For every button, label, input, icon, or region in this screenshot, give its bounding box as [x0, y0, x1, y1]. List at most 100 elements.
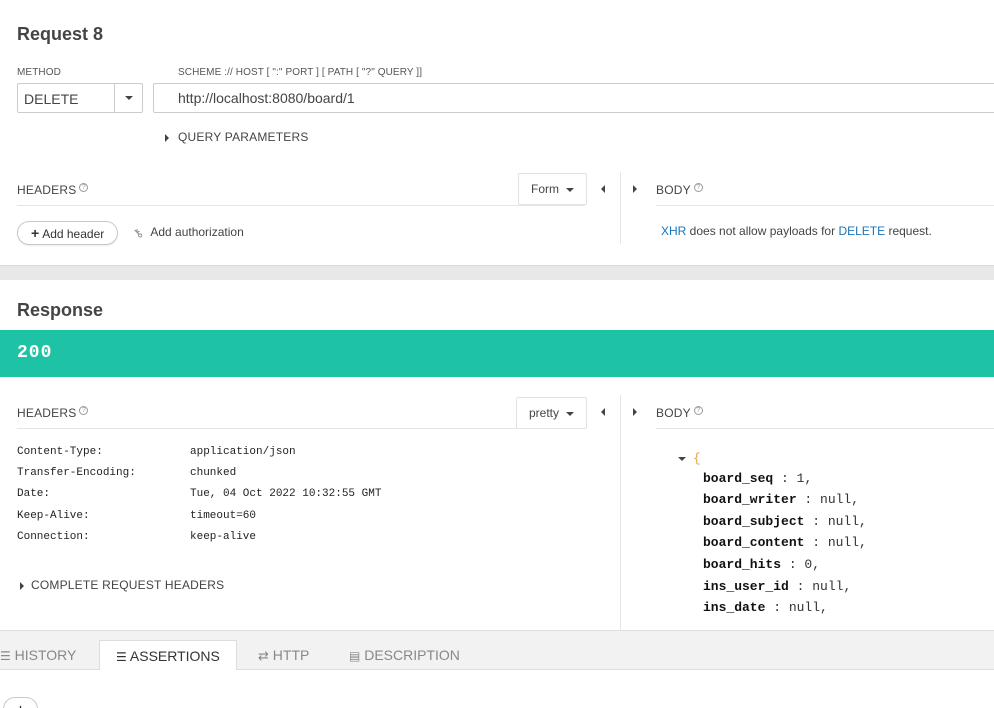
json-row: board_hits : 0, — [703, 557, 821, 572]
plus-icon: + — [31, 225, 40, 241]
json-value: null — [812, 579, 844, 594]
header-value: application/json — [190, 446, 296, 458]
json-row: ins_user_id : null, — [703, 579, 852, 594]
method-select[interactable]: DELETE — [17, 83, 143, 113]
collapse-left-icon[interactable] — [601, 185, 605, 193]
help-icon[interactable]: ? — [79, 406, 89, 415]
complete-request-headers-toggle[interactable]: COMPLETE REQUEST HEADERS — [19, 578, 239, 594]
list-icon: ☰ — [116, 650, 127, 664]
json-value: null — [788, 600, 821, 615]
url-format-label: SCHEME :// HOST [ ":" PORT ] [ PATH [ "?… — [178, 67, 423, 78]
status-bar: 200 — [0, 330, 994, 377]
chevron-down-icon — [566, 187, 575, 193]
body-not-allowed-message: XHR does not allow payloads for DELETE r… — [661, 224, 932, 238]
tab-assertions[interactable]: ☰ ASSERTIONS — [99, 640, 237, 671]
caret-right-icon — [165, 134, 169, 142]
json-open-brace: { — [693, 451, 701, 466]
add-header-label: Add header — [42, 227, 105, 241]
status-code: 200 — [17, 343, 53, 363]
tab-label: HTTP — [272, 647, 310, 663]
json-key: board_content — [703, 535, 805, 550]
add-header-button[interactable]: + Add header — [17, 221, 119, 245]
add-authorization-link[interactable]: ⚷ Add authorization — [130, 225, 244, 241]
json-value: null — [820, 492, 852, 507]
divider — [17, 205, 585, 206]
chevron-down-icon — [566, 411, 575, 417]
help-icon[interactable]: ? — [693, 183, 703, 192]
assertions-content: + — [0, 670, 994, 708]
tab-http[interactable]: ⇄ HTTP — [258, 640, 309, 670]
expand-right-icon[interactable] — [633, 408, 637, 416]
header-key: Connection: — [17, 531, 90, 543]
tab-label: ASSERTIONS — [129, 648, 220, 664]
add-authorization-label: Add authorization — [150, 225, 244, 239]
json-row: ins_date : null, — [703, 600, 828, 615]
method-dropdown-toggle[interactable] — [114, 84, 142, 112]
divider — [17, 428, 585, 429]
header-value: timeout=60 — [190, 510, 257, 522]
json-key: board_writer — [703, 492, 797, 507]
header-key: Date: — [17, 488, 51, 500]
json-key: ins_date — [703, 600, 766, 615]
response-headers-label: HEADERS — [17, 406, 77, 420]
json-key: board_hits — [703, 557, 782, 572]
tab-label: HISTORY — [14, 647, 77, 663]
method-label: METHOD — [17, 67, 61, 78]
pretty-toggle-button[interactable]: pretty — [516, 397, 588, 429]
json-key: ins_user_id — [703, 579, 789, 594]
help-icon[interactable]: ? — [79, 183, 89, 192]
help-icon[interactable]: ? — [693, 406, 703, 415]
collapse-json-icon[interactable] — [678, 457, 686, 461]
pretty-label: pretty — [529, 406, 560, 420]
collapse-left-icon[interactable] — [601, 408, 605, 416]
xhr-link[interactable]: XHR — [661, 224, 686, 238]
json-key: board_subject — [703, 514, 805, 529]
complete-request-headers-label: COMPLETE REQUEST HEADERS — [31, 578, 225, 592]
body-msg-end: request. — [885, 224, 932, 238]
header-value: keep-alive — [190, 531, 257, 543]
list-icon: ☰ — [0, 649, 11, 663]
json-value: null — [827, 535, 860, 550]
header-key: Content-Type: — [17, 446, 103, 458]
response-body-label: BODY — [656, 406, 691, 420]
book-icon: ▤ — [349, 649, 361, 663]
tab-label: DESCRIPTION — [364, 647, 460, 663]
plus-icon: + — [17, 702, 24, 708]
json-row: board_seq : 1, — [703, 471, 813, 486]
tab-description[interactable]: ▤ DESCRIPTION — [349, 640, 460, 670]
query-parameters-label: QUERY PARAMETERS — [178, 130, 309, 144]
json-row: board_content : null, — [703, 535, 867, 550]
bottom-tabs-bar: ☰ HISTORY ☰ ASSERTIONS ⇄ HTTP ▤ DESCRIPT… — [0, 630, 994, 671]
response-title: Response — [17, 300, 104, 320]
header-key: Transfer-Encoding: — [17, 467, 136, 479]
divider — [620, 172, 621, 244]
request-headers-title: HEADERS? — [17, 183, 89, 197]
response-panel: Response 200 HEADERS? pretty BODY? Conte… — [0, 280, 994, 630]
form-label: Form — [531, 182, 559, 196]
exchange-icon: ⇄ — [258, 648, 269, 663]
request-body-label: BODY — [656, 183, 691, 197]
method-value: DELETE — [24, 91, 79, 107]
query-parameters-toggle[interactable]: QUERY PARAMETERS — [164, 130, 324, 146]
body-msg-text: does not allow payloads for — [686, 224, 839, 238]
url-input[interactable]: http://localhost:8080/board/1 — [153, 83, 994, 113]
add-assertion-button[interactable]: + — [3, 697, 39, 708]
request-title: Request 8 — [17, 24, 104, 44]
header-value: chunked — [190, 467, 237, 479]
divider — [620, 395, 621, 630]
response-headers-title: HEADERS? — [17, 406, 89, 420]
header-value: Tue, 04 Oct 2022 10:32:55 GMT — [190, 488, 382, 500]
divider — [656, 205, 994, 206]
json-value: null — [827, 514, 860, 529]
response-body-title: BODY? — [656, 406, 703, 420]
chevron-down-icon — [125, 96, 133, 100]
caret-right-icon — [20, 582, 24, 590]
expand-right-icon[interactable] — [633, 185, 637, 193]
json-row: board_writer : null, — [703, 492, 860, 507]
tab-history[interactable]: ☰ HISTORY — [0, 640, 76, 670]
form-toggle-button[interactable]: Form — [518, 173, 588, 205]
json-row: board_subject : null, — [703, 514, 867, 529]
delete-link[interactable]: DELETE — [838, 224, 885, 238]
request-panel: Request 8 METHOD SCHEME :// HOST [ ":" P… — [0, 0, 994, 266]
request-headers-label: HEADERS — [17, 183, 77, 197]
